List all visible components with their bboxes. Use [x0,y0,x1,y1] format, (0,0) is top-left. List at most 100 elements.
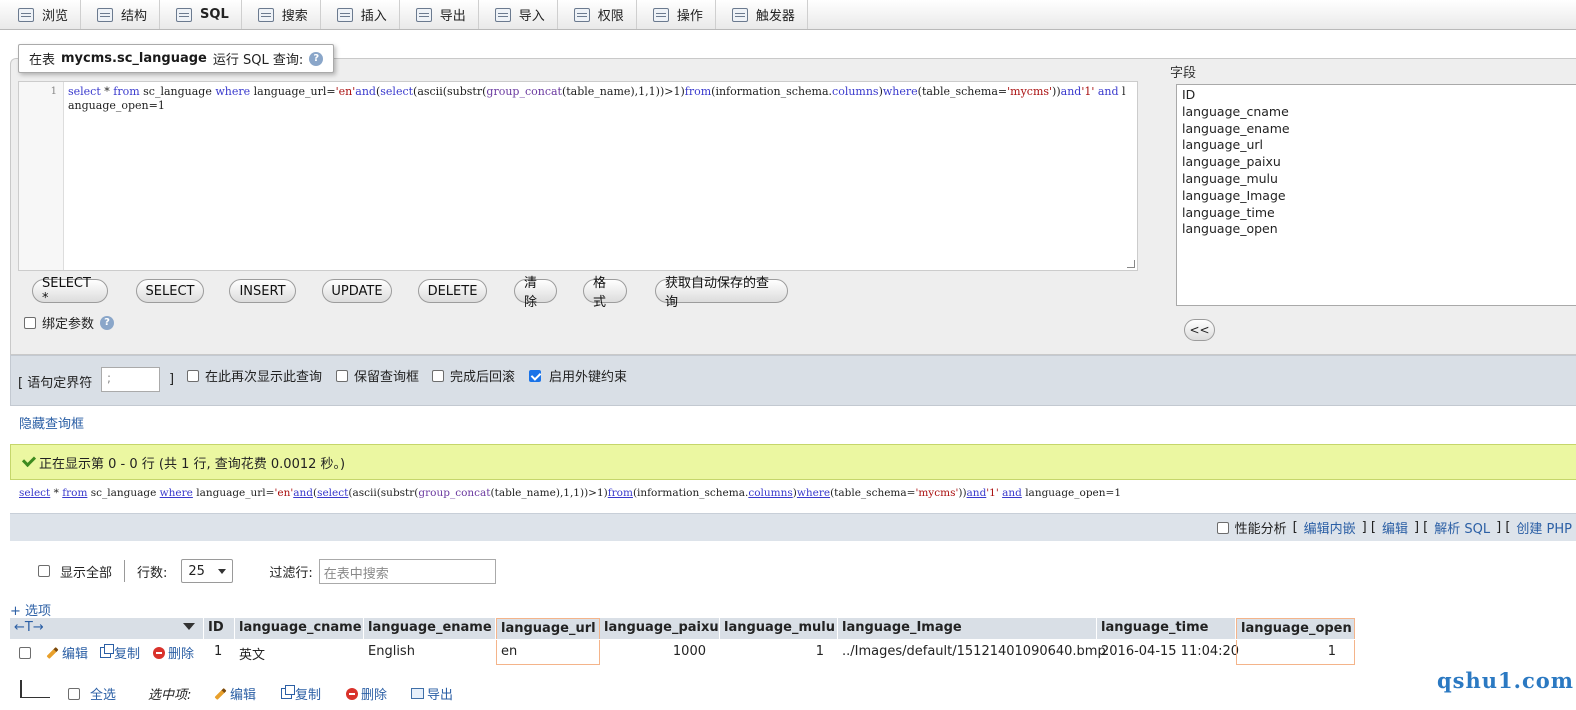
table-cell: ../Images/default/15121401090640.bmp [842,644,1106,659]
field-option[interactable]: language_Image [1182,188,1571,205]
row-copy-button[interactable]: 复制 [100,643,140,662]
column-header[interactable]: language_ename [364,618,496,639]
filter-rows-input[interactable]: 在表中搜索 [318,558,496,584]
tab-import[interactable]: 导入 [479,0,558,29]
update-button[interactable]: UPDATE [322,279,392,303]
structure-icon [97,7,114,22]
keep-box-checkbox[interactable] [336,369,348,382]
rows-per-page-select[interactable]: 25 [181,559,234,583]
pencil-icon [214,687,227,700]
show-all-checkbox[interactable] [38,565,50,577]
column-header[interactable]: ID [204,618,235,639]
tab-browse[interactable]: 浏览 [0,0,82,29]
import-icon [494,7,511,22]
success-message: 正在显示第 0 - 0 行 (共 1 行, 查询花费 0.0012 秒。) [10,444,1576,480]
insert-icon [336,7,353,22]
navigation-row: 显示全部 行数: 25 过滤行: 在表中搜索 [38,558,496,584]
bulk-edit-button[interactable]: 编辑 [214,684,256,703]
column-arrows[interactable]: ←T→ [10,618,204,639]
row-delete-button[interactable]: 删除 [153,643,194,662]
tab-operations[interactable]: 操作 [637,0,716,29]
delimiter-close: ] [169,372,175,387]
select-star-button[interactable]: SELECT * [32,276,108,306]
hide-query-box-link[interactable]: 隐藏查询框 [19,413,84,432]
field-option[interactable]: language_ename [1182,121,1571,138]
create-php-link[interactable]: 创建 PHP [1516,518,1572,537]
rollback-checkbox[interactable] [432,369,444,382]
delete-button[interactable]: DELETE [418,279,487,303]
field-option[interactable]: language_time [1182,205,1571,222]
edit-inline-link[interactable]: 编辑内嵌 [1304,518,1356,537]
clear-button[interactable]: 清除 [514,276,557,310]
explain-sql-link[interactable]: 解析 SQL [1434,518,1490,537]
field-option[interactable]: language_paixu [1182,154,1571,171]
fk-checks-option: 启用外键约束 [529,366,627,385]
table-cell: 1 [1236,640,1355,665]
format-button[interactable]: 格式 [583,276,627,310]
column-header[interactable]: language_open [1236,618,1355,639]
bulk-delete-button[interactable]: 删除 [346,684,387,703]
column-header[interactable]: language_Image [838,618,1097,639]
bind-params-checkbox[interactable] [24,316,36,329]
sql-icon [176,7,193,22]
table-cell: 1000 [672,644,706,659]
tab-export[interactable]: 导出 [400,0,479,29]
table-cell: 1 [214,644,223,659]
keep-box-option: 保留查询框 [336,366,419,385]
delimiter-label: [ 语句定界符 [18,376,93,391]
help-icon[interactable]: ? [309,51,324,66]
fields-label: 字段 [1170,66,1197,81]
tab-sql[interactable]: SQL [160,0,242,29]
resize-handle[interactable] [1127,260,1135,268]
tab-search[interactable]: 搜索 [242,0,321,29]
column-header[interactable]: language_cname [235,618,364,639]
sort-dropdown[interactable] [183,623,195,630]
fk-checks-checkbox[interactable] [529,369,541,382]
profiling-checkbox[interactable] [1216,521,1229,534]
check-all-checkbox[interactable] [68,687,80,700]
tab-privileges[interactable]: 权限 [558,0,637,29]
insert-field-button[interactable]: << [1184,319,1215,341]
show-again-option: 在此再次显示此查询 [187,366,322,385]
bind-params-row: 绑定参数 ? [24,313,115,332]
tab-triggers[interactable]: 触发器 [716,0,808,29]
tab-insert[interactable]: 插入 [321,0,400,29]
executed-sql: select * from sc_language where language… [19,487,1122,499]
select-button[interactable]: SELECT [136,279,204,303]
tab-bar: 浏览 结构 SQL 搜索 插入 导出 导入 权限 操作 触发器 [0,0,1576,30]
options-link[interactable]: + 选项 [10,600,51,619]
edit-link[interactable]: 编辑 [1382,518,1408,537]
field-option[interactable]: ID [1182,87,1571,104]
chevron-down-icon [218,568,227,574]
copy-icon [281,685,295,699]
search-icon [257,7,274,22]
show-again-checkbox[interactable] [187,369,199,382]
field-option[interactable]: language_mulu [1182,171,1571,188]
bulk-copy-button[interactable]: 复制 [281,684,321,703]
field-option[interactable]: language_url [1182,137,1571,154]
tab-structure[interactable]: 结构 [81,0,161,29]
delimiter-input[interactable]: ; [101,367,160,392]
fields-list[interactable]: ID language_cname language_ename languag… [1176,84,1576,306]
insert-button[interactable]: INSERT [229,279,296,303]
row-edit-button[interactable]: 编辑 [46,643,88,662]
watermark: qshu1.com [1437,668,1574,693]
export-icon [415,7,432,22]
column-header[interactable]: language_time [1097,618,1236,639]
column-header[interactable]: language_paixu [600,618,720,639]
field-option[interactable]: language_cname [1182,104,1571,121]
chevron-down-icon [183,623,195,630]
operations-icon [652,7,669,22]
column-header[interactable]: language_url [496,618,600,639]
get-autosaved-query-button[interactable]: 获取自动保存的查询 [655,276,788,310]
row-checkbox[interactable] [19,646,31,659]
rollback-option: 完成后回滚 [432,366,515,385]
field-option[interactable]: language_open [1182,221,1571,238]
browse-icon [18,7,34,22]
help-icon[interactable]: ? [100,315,115,330]
column-header[interactable]: language_mulu [720,618,838,639]
bulk-export-button[interactable]: 导出 [411,684,453,703]
sql-editor[interactable]: 1 select * from sc_language where langua… [18,81,1138,271]
table-cell: English [368,644,415,659]
delete-icon [346,687,358,700]
